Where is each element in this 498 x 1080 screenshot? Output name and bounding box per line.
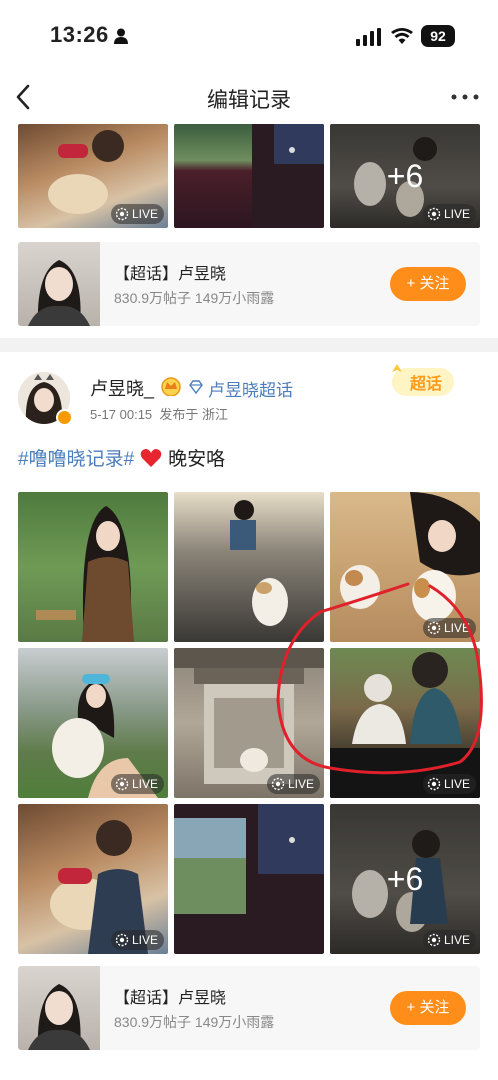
live-icon — [427, 777, 441, 791]
post-photo[interactable]: LIVE — [18, 804, 168, 954]
post-photo[interactable] — [174, 124, 324, 228]
status-bar: 13:26 92 — [0, 0, 498, 70]
photo-content — [174, 804, 324, 914]
live-icon — [115, 777, 129, 791]
post-photo[interactable]: LIVE — [18, 124, 168, 228]
post-photo[interactable]: LIVE — [18, 648, 168, 798]
live-badge: LIVE — [422, 774, 476, 794]
live-icon — [427, 207, 441, 221]
post-text: #噜噜晓记录# 晚安咯 — [18, 444, 225, 471]
post-card-previous: LIVE +6 LIVE 【超话】卢昱晓 830.9万帖子 149万小雨露 + … — [0, 124, 498, 338]
post-location: 发布于 浙江 — [159, 407, 229, 422]
signal-icon — [356, 28, 381, 46]
super-topic-stats: 830.9万帖子 149万小雨露 — [114, 290, 275, 306]
live-badge: LIVE — [110, 204, 164, 224]
photo-content — [36, 506, 134, 642]
live-icon — [427, 621, 441, 635]
post-photo[interactable] — [174, 492, 324, 642]
diamond-icon — [189, 380, 203, 394]
super-topic-row[interactable]: 【超话】卢昱晓 830.9万帖子 149万小雨露 + 关注 — [18, 966, 480, 1050]
crown-icon — [161, 377, 181, 396]
live-badge: LIVE — [110, 930, 164, 950]
super-topic-thumbnail — [18, 966, 100, 1050]
live-badge: LIVE — [422, 930, 476, 950]
post-photo[interactable]: +6 LIVE — [330, 124, 480, 228]
author-name[interactable]: 卢昱晓_ — [90, 375, 154, 401]
live-icon — [427, 933, 441, 947]
live-badge: LIVE — [266, 774, 320, 794]
more-dots-icon[interactable] — [450, 88, 480, 106]
super-topic-row[interactable]: 【超话】卢昱晓 830.9万帖子 149万小雨露 + 关注 — [18, 242, 480, 326]
post-card: 卢昱晓_ 卢昱晓超话 超话 5-17 00:15 发布于 浙江 #噜噜晓记录# … — [0, 352, 498, 1080]
super-topic-link[interactable]: 卢昱晓超话 — [208, 376, 293, 401]
super-topic-title: 【超话】卢昱晓 — [114, 266, 227, 283]
photo-content — [252, 124, 324, 228]
post-photo[interactable]: LIVE — [174, 648, 324, 798]
post-photo[interactable]: LIVE — [330, 648, 480, 798]
wifi-icon — [391, 28, 413, 44]
post-body: 晚安咯 — [168, 449, 226, 470]
post-meta: 5-17 00:15 发布于 浙江 — [90, 404, 228, 423]
super-topic-thumbnail — [18, 242, 100, 326]
super-topic-title: 【超话】卢昱晓 — [114, 990, 227, 1007]
nav-bar: 编辑记录 — [0, 70, 498, 124]
follow-button[interactable]: + 关注 — [390, 991, 466, 1025]
super-topic-sticker: 超话 — [392, 364, 454, 396]
post-photo[interactable]: LIVE — [330, 492, 480, 642]
post-date: 5-17 00:15 — [90, 407, 153, 422]
person-icon — [114, 28, 128, 44]
photo-content — [28, 260, 90, 326]
verified-badge — [56, 409, 73, 426]
post-photo[interactable] — [174, 804, 324, 954]
page-title: 编辑记录 — [207, 89, 291, 112]
live-icon — [271, 777, 285, 791]
battery-indicator: 92 — [421, 25, 455, 47]
live-badge: LIVE — [422, 204, 476, 224]
super-topic-stats: 830.9万帖子 149万小雨露 — [114, 1014, 275, 1030]
live-icon — [115, 207, 129, 221]
live-badge: LIVE — [110, 774, 164, 794]
hashtag-link[interactable]: #噜噜晓记录# — [18, 444, 134, 471]
post-photo[interactable] — [18, 492, 168, 642]
photo-content — [28, 984, 90, 1050]
follow-button[interactable]: + 关注 — [390, 267, 466, 301]
sticker-label: 超话 — [409, 374, 442, 393]
live-icon — [115, 933, 129, 947]
post-photo[interactable]: +6 LIVE — [330, 804, 480, 954]
status-time: 13:26 — [50, 22, 109, 47]
heart-icon — [140, 448, 162, 467]
photo-content — [230, 500, 288, 626]
live-badge: LIVE — [422, 618, 476, 638]
